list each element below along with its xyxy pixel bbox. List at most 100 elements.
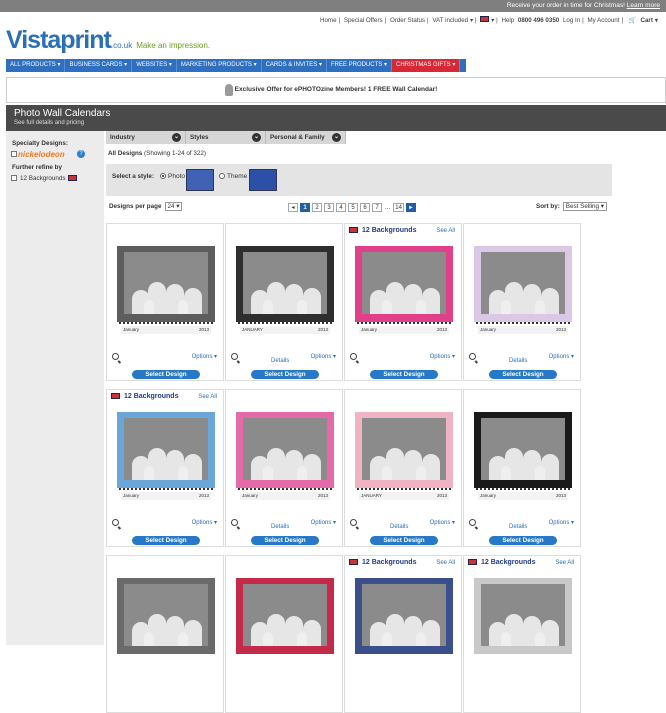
calendar-preview[interactable] xyxy=(355,246,453,322)
calendar-preview[interactable] xyxy=(117,578,215,654)
see-all-link[interactable]: See All xyxy=(436,560,455,566)
options-link[interactable]: Options ▾ xyxy=(311,519,336,526)
page-subtitle-link[interactable]: See full details and pricing xyxy=(14,120,84,126)
theme-style-thumbnail[interactable] xyxy=(249,169,277,191)
zoom-icon[interactable] xyxy=(231,353,238,360)
my-account-link[interactable]: My Account xyxy=(587,17,619,24)
silhouette xyxy=(178,300,188,314)
options-link[interactable]: Options ▾ xyxy=(192,353,217,360)
zoom-icon[interactable] xyxy=(469,353,476,360)
select-design-button[interactable]: Select Design xyxy=(489,370,557,379)
page-14[interactable]: 14 xyxy=(393,203,404,212)
select-design-button[interactable]: Select Design xyxy=(370,536,438,545)
see-all-link[interactable]: See All xyxy=(555,560,574,566)
vistaprint-logo[interactable]: Vistaprint.co.uk Make an impression. xyxy=(6,26,210,54)
next-page-icon[interactable]: ▸ xyxy=(405,203,416,212)
page-2[interactable]: 2 xyxy=(312,203,322,212)
login-link[interactable]: Log In xyxy=(563,17,580,24)
order-status-link[interactable]: Order Status xyxy=(390,17,425,24)
calendar-card[interactable]: January 2013 Details Options ▾ Select Design xyxy=(463,223,581,381)
calendar-preview[interactable] xyxy=(355,578,453,654)
nickelodeon-checkbox[interactable] xyxy=(11,151,17,157)
options-link[interactable]: Options ▾ xyxy=(549,353,574,360)
select-design-button[interactable]: Select Design xyxy=(251,370,319,379)
nav-christmas-gifts[interactable]: CHRISTMAS GIFTS ▾ xyxy=(392,59,461,72)
sort-select[interactable]: Best Selling ▾ xyxy=(562,202,607,211)
calendar-preview[interactable] xyxy=(236,412,334,488)
help-icon[interactable]: ? xyxy=(77,150,85,158)
page-7[interactable]: 7 xyxy=(372,203,382,212)
cart-link[interactable]: 🛒 Cart ▾ xyxy=(627,17,658,24)
calendar-preview[interactable] xyxy=(474,578,572,654)
filter-styles[interactable]: Styles ⌄ xyxy=(186,131,266,144)
details-link[interactable]: Details xyxy=(509,358,527,364)
calendar-card[interactable] xyxy=(225,555,343,713)
learn-more-link[interactable]: Learn more xyxy=(627,2,660,9)
page-5[interactable]: 5 xyxy=(348,203,358,212)
select-design-button[interactable]: Select Design xyxy=(251,536,319,545)
calendar-preview[interactable] xyxy=(355,412,453,488)
calendar-preview[interactable] xyxy=(236,246,334,322)
see-all-link[interactable]: See All xyxy=(198,394,217,400)
home-link[interactable]: Home xyxy=(320,17,337,24)
nav-cards-invites[interactable]: CARDS & INVITES ▾ xyxy=(262,59,327,72)
offer-banner[interactable]: Exclusive Offer for ePHOTOzine Members! … xyxy=(6,77,666,103)
nav-business-cards[interactable]: BUSINESS CARDS ▾ xyxy=(65,59,133,72)
page-6[interactable]: 6 xyxy=(360,203,370,212)
filter-industry[interactable]: Industry ⌄ xyxy=(106,131,186,144)
zoom-icon[interactable] xyxy=(112,353,119,360)
page-4[interactable]: 4 xyxy=(336,203,346,212)
calendar-preview[interactable] xyxy=(117,412,215,488)
photo-radio[interactable] xyxy=(160,173,166,179)
nav-websites[interactable]: WEBSITES ▾ xyxy=(132,59,177,72)
calendar-card[interactable]: January 2013 Options ▾ Select Design xyxy=(106,223,224,381)
backgrounds-checkbox[interactable] xyxy=(11,175,17,181)
options-link[interactable]: Options ▾ xyxy=(192,519,217,526)
options-link[interactable]: Options ▾ xyxy=(549,519,574,526)
details-link[interactable]: Details xyxy=(390,524,408,530)
calendar-card[interactable]: January 2013 Details Options ▾ Select Design xyxy=(225,389,343,547)
calendar-card[interactable]: 12 Backgrounds See All January 2013 Options … xyxy=(106,389,224,547)
calendar-preview[interactable] xyxy=(474,412,572,488)
filter-personal-family[interactable]: Personal & Family ⌄ xyxy=(266,131,346,144)
zoom-icon[interactable] xyxy=(112,519,119,526)
see-all-link[interactable]: See All xyxy=(436,228,455,234)
page-3[interactable]: 3 xyxy=(324,203,334,212)
special-offers-link[interactable]: Special Offers xyxy=(344,17,383,24)
photo-style-thumbnail[interactable] xyxy=(186,169,214,191)
calendar-preview[interactable] xyxy=(236,578,334,654)
select-design-button[interactable]: Select Design xyxy=(370,370,438,379)
per-page-select[interactable]: 24 ▾ xyxy=(164,202,183,211)
select-design-button[interactable]: Select Design xyxy=(132,536,200,545)
calendar-card[interactable]: 12 Backgrounds See All January 2013 Options … xyxy=(344,223,462,381)
zoom-icon[interactable] xyxy=(231,519,238,526)
nav-marketing-products[interactable]: MARKETING PRODUCTS ▾ xyxy=(177,59,262,72)
vat-toggle[interactable]: VAT included xyxy=(432,17,468,24)
details-link[interactable]: Details xyxy=(271,358,289,364)
prev-page-icon[interactable]: ◂ xyxy=(288,203,298,212)
details-link[interactable]: Details xyxy=(271,524,289,530)
calendar-card[interactable]: 12 Backgrounds See All xyxy=(463,555,581,713)
options-link[interactable]: Options ▾ xyxy=(430,353,455,360)
calendar-card[interactable]: JANUARY 2013 Details Options ▾ Select Design xyxy=(344,389,462,547)
details-link[interactable]: Details xyxy=(509,524,527,530)
options-link[interactable]: Options ▾ xyxy=(311,353,336,360)
zoom-icon[interactable] xyxy=(350,353,357,360)
calendar-card[interactable] xyxy=(106,555,224,713)
select-design-button[interactable]: Select Design xyxy=(489,536,557,545)
zoom-icon[interactable] xyxy=(350,519,357,526)
page-1[interactable]: 1 xyxy=(300,203,310,212)
theme-radio[interactable] xyxy=(219,173,225,179)
calendar-preview[interactable] xyxy=(117,246,215,322)
help-link[interactable]: Help xyxy=(501,17,514,24)
calendar-card[interactable]: January 2013 Details Options ▾ Select Design xyxy=(463,389,581,547)
options-link[interactable]: Options ▾ xyxy=(430,519,455,526)
select-design-button[interactable]: Select Design xyxy=(132,370,200,379)
nav-free-products[interactable]: FREE PRODUCTS ▾ xyxy=(327,59,392,72)
uk-flag-icon[interactable] xyxy=(480,16,490,22)
calendar-card[interactable]: 12 Backgrounds See All xyxy=(344,555,462,713)
calendar-card[interactable]: JANUARY 2013 Details Options ▾ Select Design xyxy=(225,223,343,381)
calendar-preview[interactable] xyxy=(474,246,572,322)
zoom-icon[interactable] xyxy=(469,519,476,526)
nav-all-products[interactable]: ALL PRODUCTS ▾ xyxy=(6,59,66,72)
